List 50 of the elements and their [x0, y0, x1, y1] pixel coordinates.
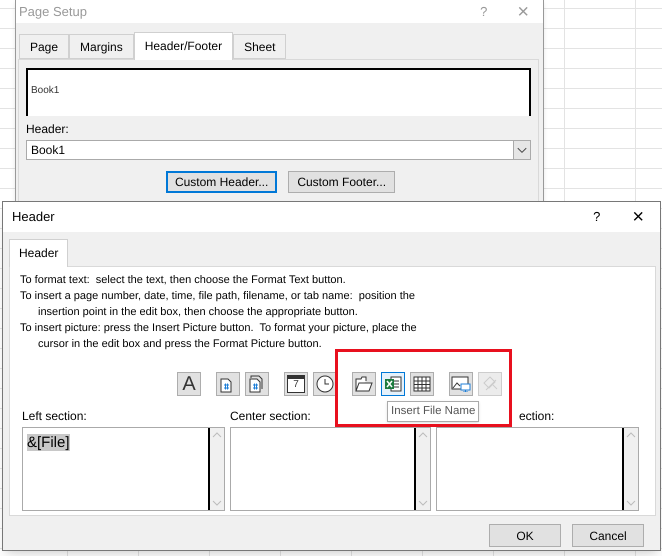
header-label: Header: [26, 121, 70, 138]
dialog-button[interactable]: OK [489, 524, 561, 547]
picture-icon [451, 376, 471, 392]
instruction-text: To insert picture: press the Insert Picture button. To format your picture, place the [20, 321, 417, 336]
section-edit-box[interactable] [436, 427, 639, 511]
section-label: ection: [519, 408, 554, 425]
instruction-text: cursor in the edit box and press the Format Picture button. [38, 337, 322, 352]
scroll-up-icon[interactable] [212, 432, 222, 438]
tooltip: Insert File Name [387, 401, 480, 422]
tab[interactable]: Margins [69, 34, 134, 59]
insert-picture-button[interactable] [449, 372, 473, 396]
custom-button[interactable]: Custom Footer... [288, 171, 396, 193]
scroll-down-icon[interactable] [626, 500, 636, 506]
preview-text: Book1 [31, 85, 60, 96]
section-edit-box[interactable]: &[File] [22, 427, 225, 511]
folder-icon [355, 376, 373, 392]
section-edit-box[interactable] [230, 427, 431, 511]
dialog-button[interactable]: Cancel [572, 524, 644, 547]
window-title: Page Setup [19, 3, 88, 22]
tab[interactable]: Header [9, 239, 68, 267]
insert-pages-button[interactable] [245, 372, 269, 396]
scroll-down-icon[interactable] [418, 500, 428, 506]
pages-icon [249, 375, 265, 393]
instruction-text: insertion point in the edit box, then choose the appropriate button. [38, 305, 358, 320]
insert-path-button[interactable] [352, 372, 376, 396]
tab[interactable]: Sheet [233, 34, 286, 59]
tab[interactable]: Page [19, 34, 70, 59]
window-title: Header [12, 208, 56, 226]
instruction-text: To format text: select the text, then choose the Format Text button. [20, 273, 346, 288]
insert-page-number-button[interactable] [216, 372, 240, 396]
section-label: Left section: [22, 408, 87, 425]
insert-file-button[interactable] [381, 372, 405, 396]
close-button[interactable]: × [632, 207, 644, 227]
tab[interactable]: Header/Footer [134, 32, 234, 60]
clock-icon [316, 375, 334, 393]
insert-time-button[interactable] [313, 372, 337, 396]
scroll-down-icon[interactable] [212, 500, 222, 506]
header-dropdown[interactable]: Book1 [26, 140, 531, 160]
insert-sheet-button[interactable] [410, 372, 434, 396]
section-text: &[File] [27, 434, 70, 451]
spreadsheet-file-icon [384, 376, 402, 392]
grid-icon [413, 376, 431, 392]
instruction-text: To insert a page number, date, time, file path, filename, or tab name: position the [20, 289, 416, 304]
scroll-up-icon[interactable] [418, 432, 428, 438]
scroll-up-icon[interactable] [626, 432, 636, 438]
custom-button[interactable]: Custom Header... [166, 171, 278, 193]
section-label: Center section: [230, 408, 311, 425]
insert-format-text-button[interactable]: A [177, 372, 201, 396]
help-button[interactable]: ? [593, 207, 600, 227]
letter-a-icon: A [182, 374, 196, 394]
